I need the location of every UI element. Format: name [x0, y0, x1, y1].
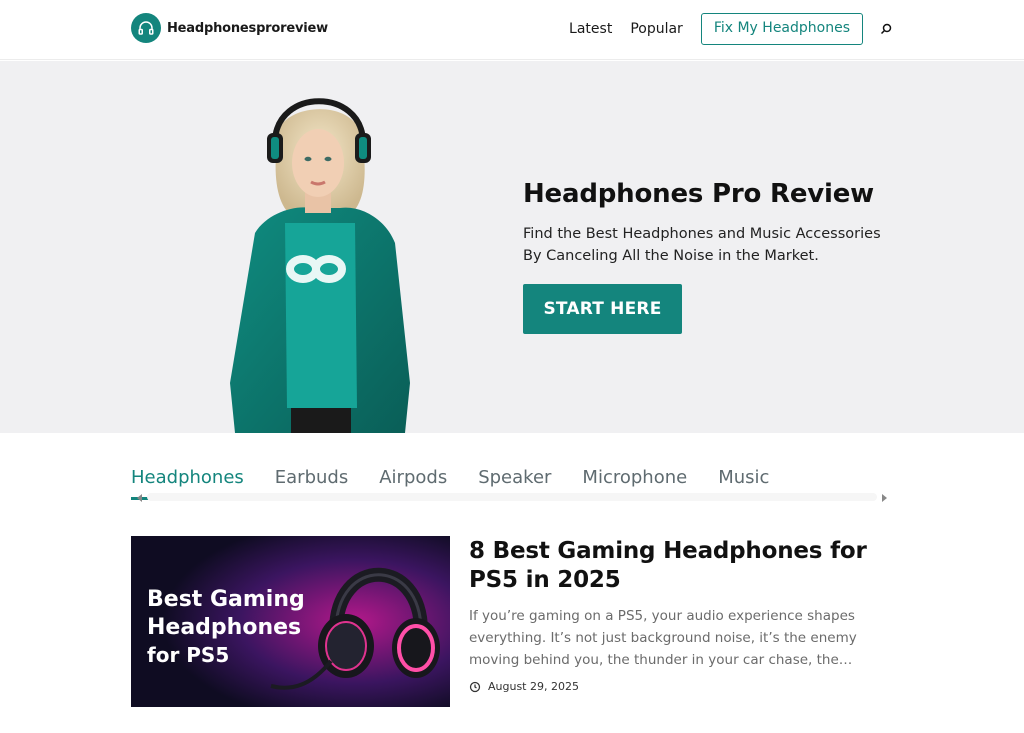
fix-my-headphones-button[interactable]: Fix My Headphones [700, 13, 863, 45]
scroll-right-arrow-icon[interactable] [882, 494, 887, 502]
nav-latest[interactable]: Latest [569, 13, 612, 45]
start-here-button[interactable]: START HERE [523, 284, 682, 334]
clock-icon [469, 681, 481, 693]
scroll-left-arrow-icon[interactable] [137, 494, 142, 502]
hero-section: Headphones Pro Review Find the Best Head… [0, 61, 1024, 433]
post-title[interactable]: 8 Best Gaming Headphones for PS5 in 2025 [469, 537, 889, 595]
main-nav: Latest Popular Fix My Headphones [569, 13, 893, 45]
site-logo[interactable]: Headphonesproreview [131, 13, 328, 43]
nav-popular[interactable]: Popular [630, 13, 683, 45]
post-date: August 29, 2025 [488, 680, 579, 693]
headphones-logo-icon [131, 13, 161, 43]
hero-title: Headphones Pro Review [523, 179, 874, 209]
post-card: 8 Best Gaming Headphones for PS5 in 2025… [469, 537, 889, 693]
hero-woman-image [215, 83, 425, 433]
site-header: Headphonesproreview Latest Popular Fix M… [0, 0, 1024, 60]
post-thumbnail[interactable]: Best Gaming Headphones for PS5 [131, 536, 450, 707]
hero-subtitle: Find the Best Headphones and Music Acces… [523, 226, 881, 264]
thumb-text-2: Headphones [147, 615, 301, 640]
hero-content: Headphones Pro Review Find the Best Head… [523, 177, 903, 334]
logo-text: Headphonesproreview [167, 20, 328, 36]
thumb-text-3: for PS5 [147, 643, 229, 667]
search-icon[interactable] [879, 22, 893, 36]
post-meta: August 29, 2025 [469, 680, 889, 693]
scroll-track[interactable] [147, 493, 877, 501]
tabs-scrollbar[interactable] [131, 492, 893, 504]
post-excerpt: If you’re gaming on a PS5, your audio ex… [469, 608, 857, 668]
thumb-text-1: Best Gaming [147, 587, 305, 612]
